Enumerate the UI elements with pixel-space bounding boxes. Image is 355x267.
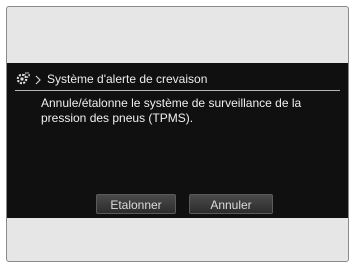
header-divider <box>15 90 340 91</box>
dialog-message: Annule/étalonne le système de surveillan… <box>41 96 302 125</box>
dialog-header: Système d'alerte de crevaison <box>15 71 340 87</box>
chevron-right-icon <box>34 73 42 85</box>
tpms-dialog-screen: Système d'alerte de crevaison Annule/éta… <box>7 63 348 218</box>
gear-icon <box>15 71 31 87</box>
dialog-title: Système d'alerte de crevaison <box>47 72 208 86</box>
cancel-button[interactable]: Annuler <box>189 194 273 214</box>
calibrate-button[interactable]: Etalonner <box>96 194 176 214</box>
device-frame: Système d'alerte de crevaison Annule/éta… <box>6 6 349 262</box>
